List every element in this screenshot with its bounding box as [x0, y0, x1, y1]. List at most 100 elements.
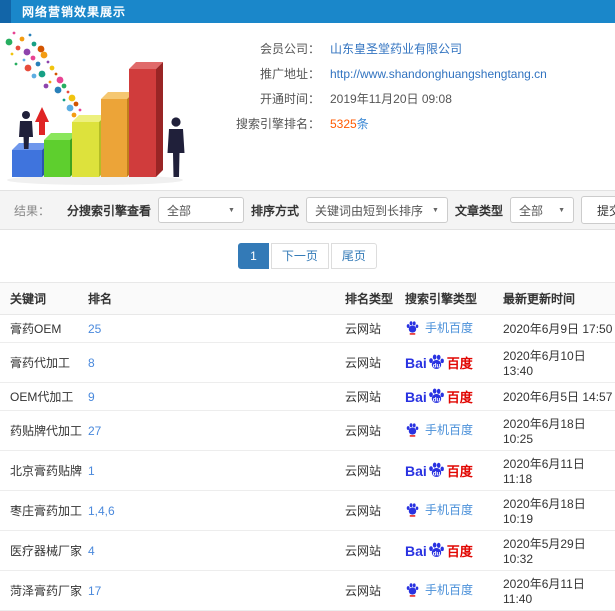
baidu-logo: Bai du 百度: [405, 541, 473, 560]
info-row-opened: 开通时间： 2019年11月20日 09:08: [200, 86, 615, 111]
baidu-paw-icon: [406, 583, 419, 597]
engine-cell: Bai du 百度: [405, 382, 503, 411]
mobile-baidu-label: 手机百度: [425, 503, 474, 517]
keyword-cell: 膏药OEM: [0, 314, 88, 343]
mobile-baidu-label: 手机百度: [425, 583, 474, 597]
table-row: 膏药代加工 8 云网站 Bai du 百度 2020年6月10日 13:40: [0, 342, 615, 383]
keyword-cell: 药贴牌代加工: [0, 410, 88, 451]
updated-cell: 2020年6月11日 11:40: [503, 570, 615, 611]
baidu-logo-bai: Bai: [405, 462, 427, 479]
rank-cell[interactable]: 4: [88, 530, 345, 571]
promo-url-link[interactable]: http://www.shandonghuangshengtang.cn: [330, 67, 547, 81]
table-row: 枣庄膏药加工 1,4,6 云网站 手机百度 2020年6月18日 10:19: [0, 490, 615, 531]
engine-filter-value: 全部: [166, 203, 191, 218]
rank-count-value: 5325: [330, 116, 357, 131]
last-page-button[interactable]: 尾页: [330, 243, 377, 269]
chevron-down-icon: ▼: [228, 206, 235, 214]
company-label: 会员公司：: [259, 42, 320, 56]
keyword-cell: 北京膏药贴牌: [0, 450, 88, 491]
keyword-cell: 菏泽膏药厂家: [0, 570, 88, 611]
keyword-cell: 医疗器械厂家: [0, 530, 88, 571]
baidu-paw-icon: [406, 321, 419, 335]
info-row-url: 推广地址： http://www.shandonghuangshengtang.…: [200, 61, 615, 86]
mobile-baidu-logo: 手机百度: [405, 319, 473, 336]
engine-filter-select[interactable]: 全部 ▼: [157, 197, 244, 223]
sort-filter-select[interactable]: 关键词由短到长排序 ▼: [305, 197, 448, 223]
company-link[interactable]: 山东皇圣堂药业有限公司: [330, 40, 462, 57]
updated-cell: 2020年6月11日 11:18: [503, 450, 615, 491]
pagination: 1 下一页 尾页: [0, 243, 615, 269]
table-row: 医疗器械厂家 4 云网站 Bai du 百度 2020年5月29日 10:32: [0, 530, 615, 571]
engine-cell: Bai du 百度: [405, 530, 503, 571]
article-type-select[interactable]: 全部 ▼: [510, 197, 574, 223]
rank-cell[interactable]: 1,4,6: [88, 490, 345, 531]
col-header-updated: 最新更新时间: [503, 292, 576, 306]
mobile-baidu-label: 手机百度: [425, 321, 474, 335]
filter-controls: 分搜索引擎查看 全部 ▼ 排序方式 关键词由短到长排序 ▼ 文章类型 全部 ▼ …: [67, 196, 615, 224]
promo-url-label: 推广地址：: [259, 67, 320, 81]
header-section: 会员公司： 山东皇圣堂药业有限公司 推广地址： http://www.shand…: [0, 23, 615, 188]
engine-cell: 手机百度: [405, 490, 503, 531]
engine-cell: 手机百度: [405, 314, 503, 343]
rank-type-cell: 云网站: [345, 570, 405, 611]
col-header-rank-type: 排名类型: [345, 292, 394, 306]
opened-time-value: 2019年11月20日 09:08: [330, 92, 452, 106]
engine-rank-label: 搜索引擎排名：: [235, 117, 320, 131]
baidu-paw-icon: [406, 503, 419, 517]
sort-filter-value: 关键词由短到长排序: [314, 203, 423, 218]
baidu-paw-icon: [406, 423, 419, 437]
baidu-logo-cn: 百度: [446, 544, 473, 559]
table-row: 菏泽膏药厂家 17 云网站 手机百度 2020年6月11日 11:40: [0, 570, 615, 611]
rank-cell[interactable]: 9: [88, 382, 345, 411]
keyword-cell: 枣庄膏药加工: [0, 490, 88, 531]
submit-button[interactable]: 提交: [581, 196, 615, 224]
titlebar: 网络营销效果展示: [0, 0, 615, 23]
baidu-logo-bai: Bai: [405, 388, 427, 405]
table-row: 膏药OEM 25 云网站 手机百度 2020年6月9日 17:50: [0, 314, 615, 343]
table-header-row: 关键词 排名 排名类型 搜索引擎类型 最新更新时间: [0, 282, 615, 315]
results-table: 关键词 排名 排名类型 搜索引擎类型 最新更新时间 膏药OEM 25 云网站 手机百…: [0, 282, 615, 611]
engine-cell: 手机百度: [405, 570, 503, 611]
rank-count-suffix: 条: [356, 117, 369, 131]
updated-cell: 2020年6月18日 10:25: [503, 410, 615, 451]
baidu-logo-cn: 百度: [446, 390, 473, 405]
article-type-value: 全部: [519, 203, 544, 218]
rank-cell[interactable]: 27: [88, 410, 345, 451]
keyword-cell: OEM代加工: [0, 382, 88, 411]
rank-cell[interactable]: 17: [88, 570, 345, 611]
svg-text:du: du: [433, 396, 441, 403]
baidu-paw-icon: du: [428, 542, 444, 557]
svg-text:du: du: [433, 550, 441, 557]
info-row-rank-count: 搜索引擎排名： 5325 条: [200, 111, 615, 136]
chevron-down-icon: ▼: [558, 206, 565, 214]
sort-filter-label: 排序方式: [250, 203, 299, 218]
baidu-logo: Bai du 百度: [405, 461, 473, 480]
updated-cell: 2020年6月10日 13:40: [503, 342, 615, 383]
rank-type-cell: 云网站: [345, 530, 405, 571]
engine-cell: Bai du 百度: [405, 342, 503, 383]
rank-cell[interactable]: 25: [88, 314, 345, 343]
promo-chart-image: [0, 23, 200, 188]
next-page-button[interactable]: 下一页: [270, 243, 329, 269]
info-row-company: 会员公司： 山东皇圣堂药业有限公司: [200, 36, 615, 61]
article-type-label: 文章类型: [454, 203, 503, 218]
rank-type-cell: 云网站: [345, 490, 405, 531]
page-title: 网络营销效果展示: [22, 5, 127, 19]
rank-cell[interactable]: 1: [88, 450, 345, 491]
chevron-down-icon: ▼: [432, 206, 439, 214]
table-row: 北京膏药贴牌 1 云网站 Bai du 百度 2020年6月11日 11:18: [0, 450, 615, 491]
baidu-paw-icon: du: [428, 388, 444, 403]
keyword-cell: 膏药代加工: [0, 342, 88, 383]
rank-type-cell: 云网站: [345, 342, 405, 383]
baidu-paw-icon: du: [428, 462, 444, 477]
baidu-logo: Bai du 百度: [405, 387, 473, 406]
updated-cell: 2020年6月9日 17:50: [503, 314, 615, 343]
page-1-button[interactable]: 1: [238, 243, 269, 269]
bar-chart-illustration: [5, 31, 185, 185]
engine-filter-label: 分搜索引擎查看: [66, 203, 151, 218]
titlebar-accent-stripe: [0, 0, 11, 23]
rank-cell[interactable]: 8: [88, 342, 345, 383]
col-header-keyword: 关键词: [10, 292, 47, 306]
svg-text:du: du: [433, 362, 441, 369]
col-header-engine: 搜索引擎类型: [405, 292, 478, 306]
